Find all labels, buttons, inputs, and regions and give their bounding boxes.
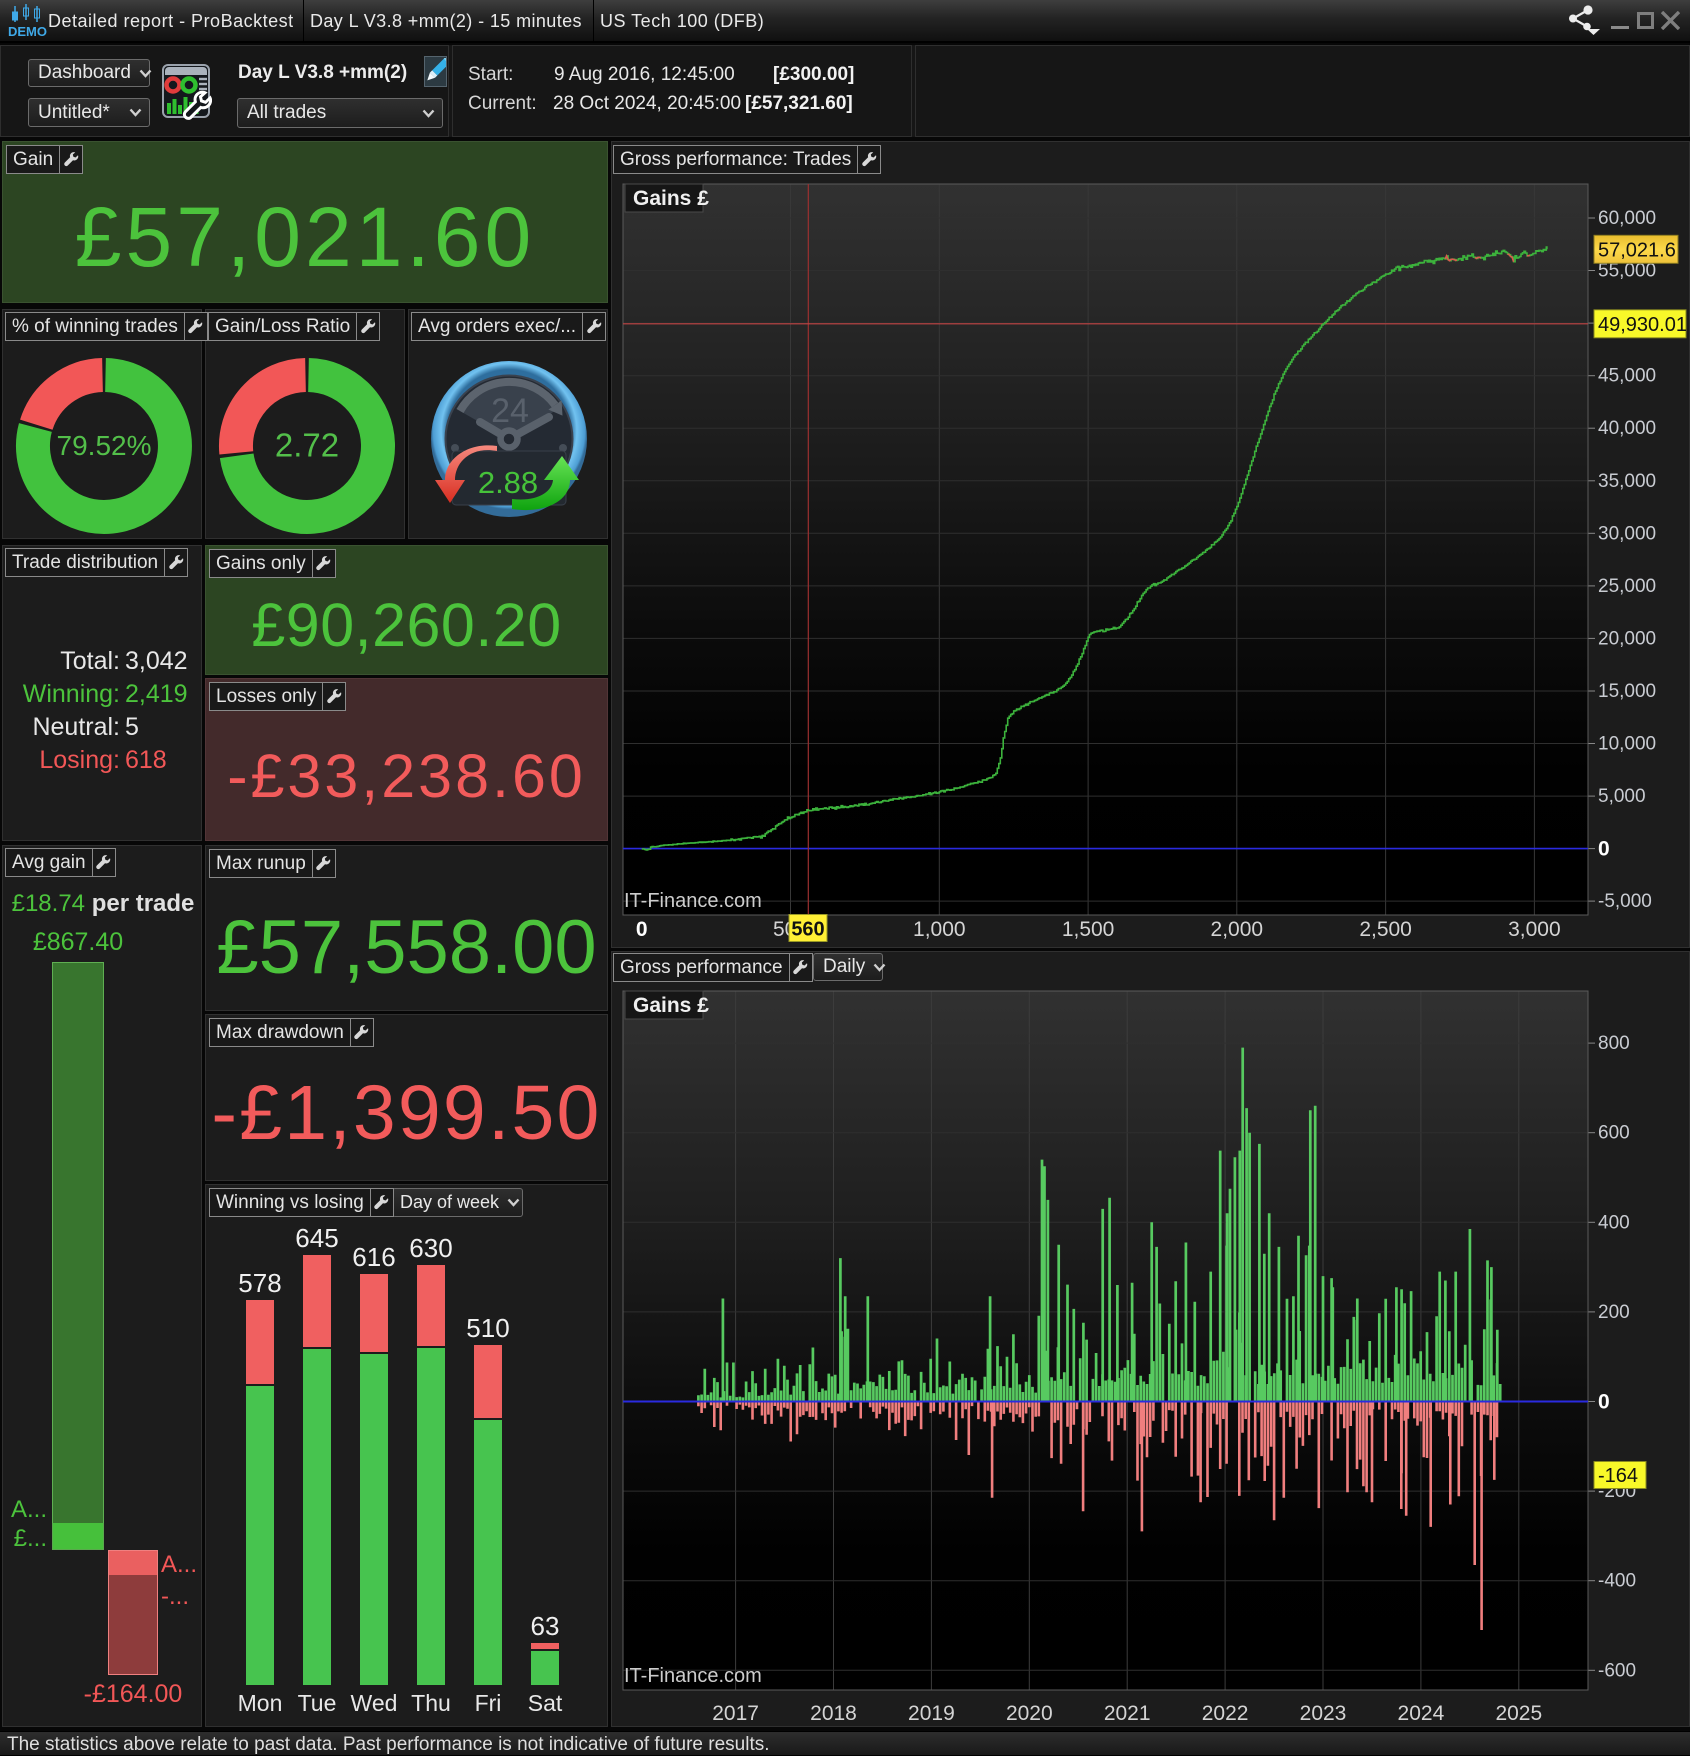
svg-text:25,000: 25,000: [1598, 576, 1656, 597]
svg-text:0: 0: [1598, 1391, 1610, 1414]
svg-text:5,000: 5,000: [1598, 786, 1646, 807]
svg-text:Tue: Tue: [298, 1690, 337, 1716]
svg-text:2024: 2024: [1398, 1702, 1445, 1725]
svg-text:2.88: 2.88: [478, 465, 538, 500]
svg-text:560: 560: [791, 919, 824, 941]
svg-text:-400: -400: [1598, 1571, 1636, 1592]
svg-text:57,021.6: 57,021.6: [1598, 239, 1676, 261]
svg-text:49,930.01: 49,930.01: [1598, 314, 1687, 336]
svg-text:200: 200: [1598, 1302, 1630, 1323]
svg-text:Sat: Sat: [528, 1690, 563, 1716]
svg-text:79.52%: 79.52%: [57, 430, 152, 461]
svg-text:2.72: 2.72: [275, 427, 339, 464]
svg-text:IT-Finance.com: IT-Finance.com: [624, 1665, 762, 1687]
svg-text:2020: 2020: [1006, 1702, 1053, 1725]
svg-text:40,000: 40,000: [1598, 418, 1656, 439]
svg-text:10,000: 10,000: [1598, 734, 1656, 755]
svg-text:510: 510: [466, 1313, 509, 1343]
svg-text:800: 800: [1598, 1033, 1630, 1054]
svg-text:Wed: Wed: [351, 1690, 398, 1716]
svg-text:2,500: 2,500: [1359, 918, 1412, 941]
svg-text:2021: 2021: [1104, 1702, 1151, 1725]
svg-text:Thu: Thu: [411, 1690, 451, 1716]
svg-text:2017: 2017: [712, 1702, 759, 1725]
svg-text:2018: 2018: [810, 1702, 857, 1725]
svg-text:Gains £: Gains £: [633, 187, 709, 210]
svg-text:45,000: 45,000: [1598, 366, 1656, 387]
svg-text:-164: -164: [1598, 1465, 1638, 1487]
svg-text:Gains £: Gains £: [633, 994, 709, 1017]
svg-text:645: 645: [295, 1223, 338, 1253]
svg-text:0: 0: [636, 918, 648, 941]
svg-text:2,000: 2,000: [1211, 918, 1264, 941]
svg-text:400: 400: [1598, 1212, 1630, 1233]
svg-text:2022: 2022: [1202, 1702, 1249, 1725]
svg-text:578: 578: [238, 1268, 281, 1298]
svg-text:0: 0: [1598, 838, 1610, 861]
svg-text:616: 616: [352, 1242, 395, 1272]
svg-text:1,500: 1,500: [1062, 918, 1115, 941]
svg-text:2025: 2025: [1495, 1702, 1542, 1725]
svg-text:600: 600: [1598, 1123, 1630, 1144]
svg-text:Mon: Mon: [238, 1690, 283, 1716]
svg-text:DEMO: DEMO: [8, 24, 47, 38]
svg-text:630: 630: [409, 1233, 452, 1263]
svg-text:-600: -600: [1598, 1660, 1636, 1681]
svg-text:63: 63: [531, 1611, 560, 1641]
svg-text:30,000: 30,000: [1598, 523, 1656, 544]
svg-text:35,000: 35,000: [1598, 471, 1656, 492]
svg-text:60,000: 60,000: [1598, 208, 1656, 229]
svg-text:3,000: 3,000: [1508, 918, 1561, 941]
svg-text:IT-Finance.com: IT-Finance.com: [624, 890, 762, 912]
svg-text:Fri: Fri: [475, 1690, 502, 1716]
svg-text:1,000: 1,000: [913, 918, 966, 941]
svg-text:-5,000: -5,000: [1598, 891, 1652, 912]
svg-text:2023: 2023: [1300, 1702, 1347, 1725]
svg-text:24: 24: [491, 392, 529, 430]
svg-text:2019: 2019: [908, 1702, 955, 1725]
svg-text:20,000: 20,000: [1598, 628, 1656, 649]
svg-text:15,000: 15,000: [1598, 681, 1656, 702]
